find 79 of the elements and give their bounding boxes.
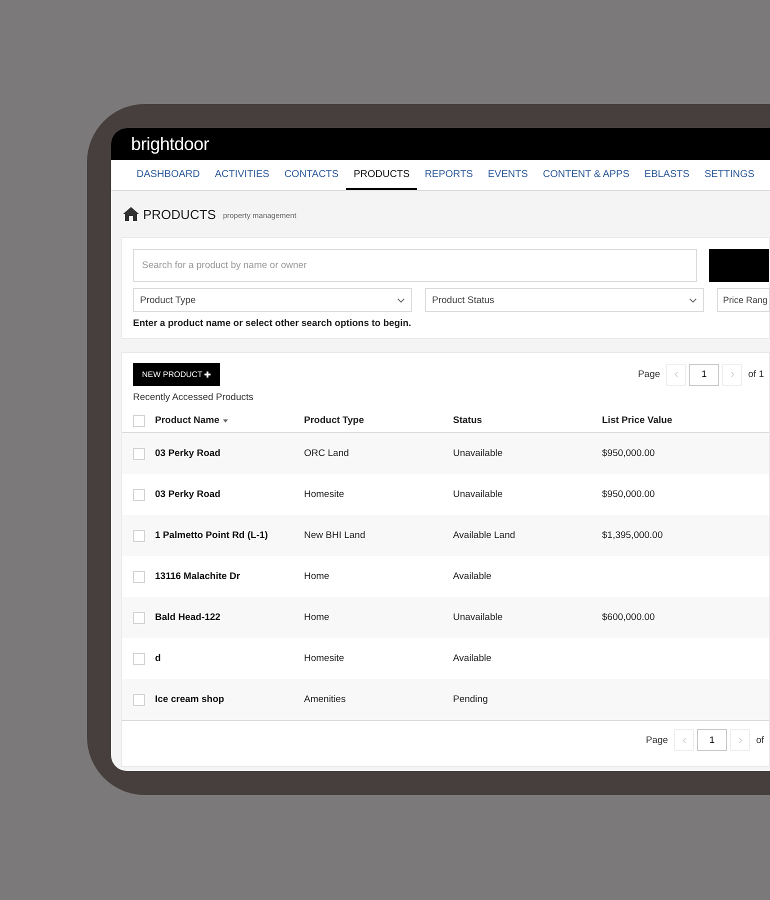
page-count: of 1 <box>748 369 764 380</box>
nav-tab[interactable]: CONTACTS <box>276 160 346 190</box>
row-checkbox[interactable] <box>133 488 145 500</box>
table-row[interactable]: 1 Palmetto Point Rd (L-1) New BHI Land Available Land $1,395,000.00 <box>122 515 769 556</box>
search-button[interactable] <box>709 249 769 282</box>
chevron-left-icon <box>674 371 679 378</box>
plus-icon <box>204 371 212 378</box>
table-row[interactable]: Bald Head-122 Home Unavailable $600,000.00 <box>122 597 769 638</box>
brand-logo: brightdoor <box>131 134 210 154</box>
product-type-cell-text: Home <box>304 612 330 623</box>
column-header[interactable]: Product Name <box>155 415 220 426</box>
product-type-cell-text: New BHI Land <box>304 530 366 541</box>
sort-caret-icon <box>223 418 228 422</box>
table-row[interactable]: Ice cream shop Amenities Pending <box>122 679 769 720</box>
nav-tab[interactable]: PRODUCTS <box>346 160 418 190</box>
status-cell-text: Available Land <box>453 530 516 541</box>
nav-tab[interactable]: CONTENT & APPS <box>535 160 637 190</box>
row-checkbox[interactable] <box>133 448 145 460</box>
select-all-checkbox[interactable] <box>133 414 145 426</box>
chevron-left-icon <box>682 736 687 744</box>
status-cell-text: Available <box>453 653 492 664</box>
product-name-cell-text: d <box>155 653 162 664</box>
next-page-button[interactable] <box>730 729 750 751</box>
nav-tab[interactable]: DASHBOARD <box>129 160 208 190</box>
chevron-down-icon <box>397 298 405 302</box>
next-page-button[interactable] <box>722 364 742 386</box>
previous-page-button[interactable] <box>674 729 694 751</box>
product-type-cell-text: Amenities <box>304 694 347 705</box>
chevron-right-icon <box>730 371 735 378</box>
nav-tab[interactable]: SETTINGS <box>696 160 762 190</box>
filter-dropdown[interactable]: Product Type <box>133 288 412 312</box>
page-title: PRODUCTS <box>143 206 216 222</box>
nav-tab[interactable]: ACTIVITIES <box>207 160 277 190</box>
product-name-cell-text: 03 Perky Road <box>155 489 222 500</box>
product-name-cell-text: 03 Perky Road <box>155 448 222 459</box>
row-checkbox[interactable] <box>133 570 145 582</box>
chevron-right-icon <box>738 736 743 744</box>
row-checkbox[interactable] <box>133 530 145 542</box>
column-header[interactable]: Product Type <box>304 415 364 426</box>
search-hint: Enter a product name or select other search options to begin. <box>133 318 412 329</box>
filter-dropdown[interactable]: Product Status <box>425 288 704 312</box>
product-type-cell-text: Homesite <box>304 489 346 500</box>
status-cell-text: Available <box>453 571 492 582</box>
status-cell-text: Unavailable <box>453 448 504 459</box>
new-product-button[interactable]: NEW PRODUCT <box>133 363 220 386</box>
status-cell-text: Unavailable <box>453 612 504 623</box>
chevron-down-icon <box>689 298 697 302</box>
filter-dropdown[interactable]: Price Rang <box>717 288 770 312</box>
status-cell-text: Pending <box>453 694 489 705</box>
price-cell-text: $1,395,000.00 <box>602 530 664 541</box>
page-label: Page <box>646 734 668 746</box>
product-name-cell-text: Ice cream shop <box>155 694 226 705</box>
row-checkbox[interactable] <box>133 652 145 664</box>
nav-tab[interactable]: REPORTS <box>417 160 480 190</box>
row-checkbox[interactable] <box>133 694 145 706</box>
page-count: of <box>756 734 764 746</box>
price-cell-text: $950,000.00 <box>602 448 656 459</box>
row-checkbox[interactable] <box>133 612 145 624</box>
nav-tab[interactable]: EVENTS <box>480 160 536 190</box>
page-number-field[interactable]: 1 <box>697 729 728 751</box>
section-title: Recently Accessed Products <box>132 391 254 405</box>
column-header[interactable]: Status <box>453 415 482 426</box>
previous-page-button[interactable] <box>666 364 686 386</box>
page-number-field[interactable]: 1 <box>689 364 720 386</box>
product-name-cell-text: Bald Head-122 <box>155 612 222 623</box>
column-header[interactable]: List Price Value <box>602 415 672 426</box>
nav-tab[interactable]: EBLASTS <box>636 160 697 190</box>
price-cell-text: $950,000.00 <box>602 489 656 500</box>
product-type-cell-text: Homesite <box>304 653 346 664</box>
product-type-cell-text: ORC Land <box>304 448 350 459</box>
page-label: Page <box>638 369 660 380</box>
status-cell-text: Unavailable <box>453 489 504 500</box>
table-row[interactable]: 03 Perky Road ORC Land Unavailable $950,000.00 <box>122 433 769 474</box>
product-type-cell-text: Home <box>304 571 330 582</box>
price-cell-text: $600,000.00 <box>602 612 656 623</box>
search-field[interactable]: Search for a product by name or owner <box>133 249 697 282</box>
product-name-cell-text: 1 Palmetto Point Rd (L-1) <box>155 530 269 541</box>
home-icon <box>123 207 139 221</box>
product-name-cell-text: 13116 Malachite Dr <box>155 571 242 582</box>
